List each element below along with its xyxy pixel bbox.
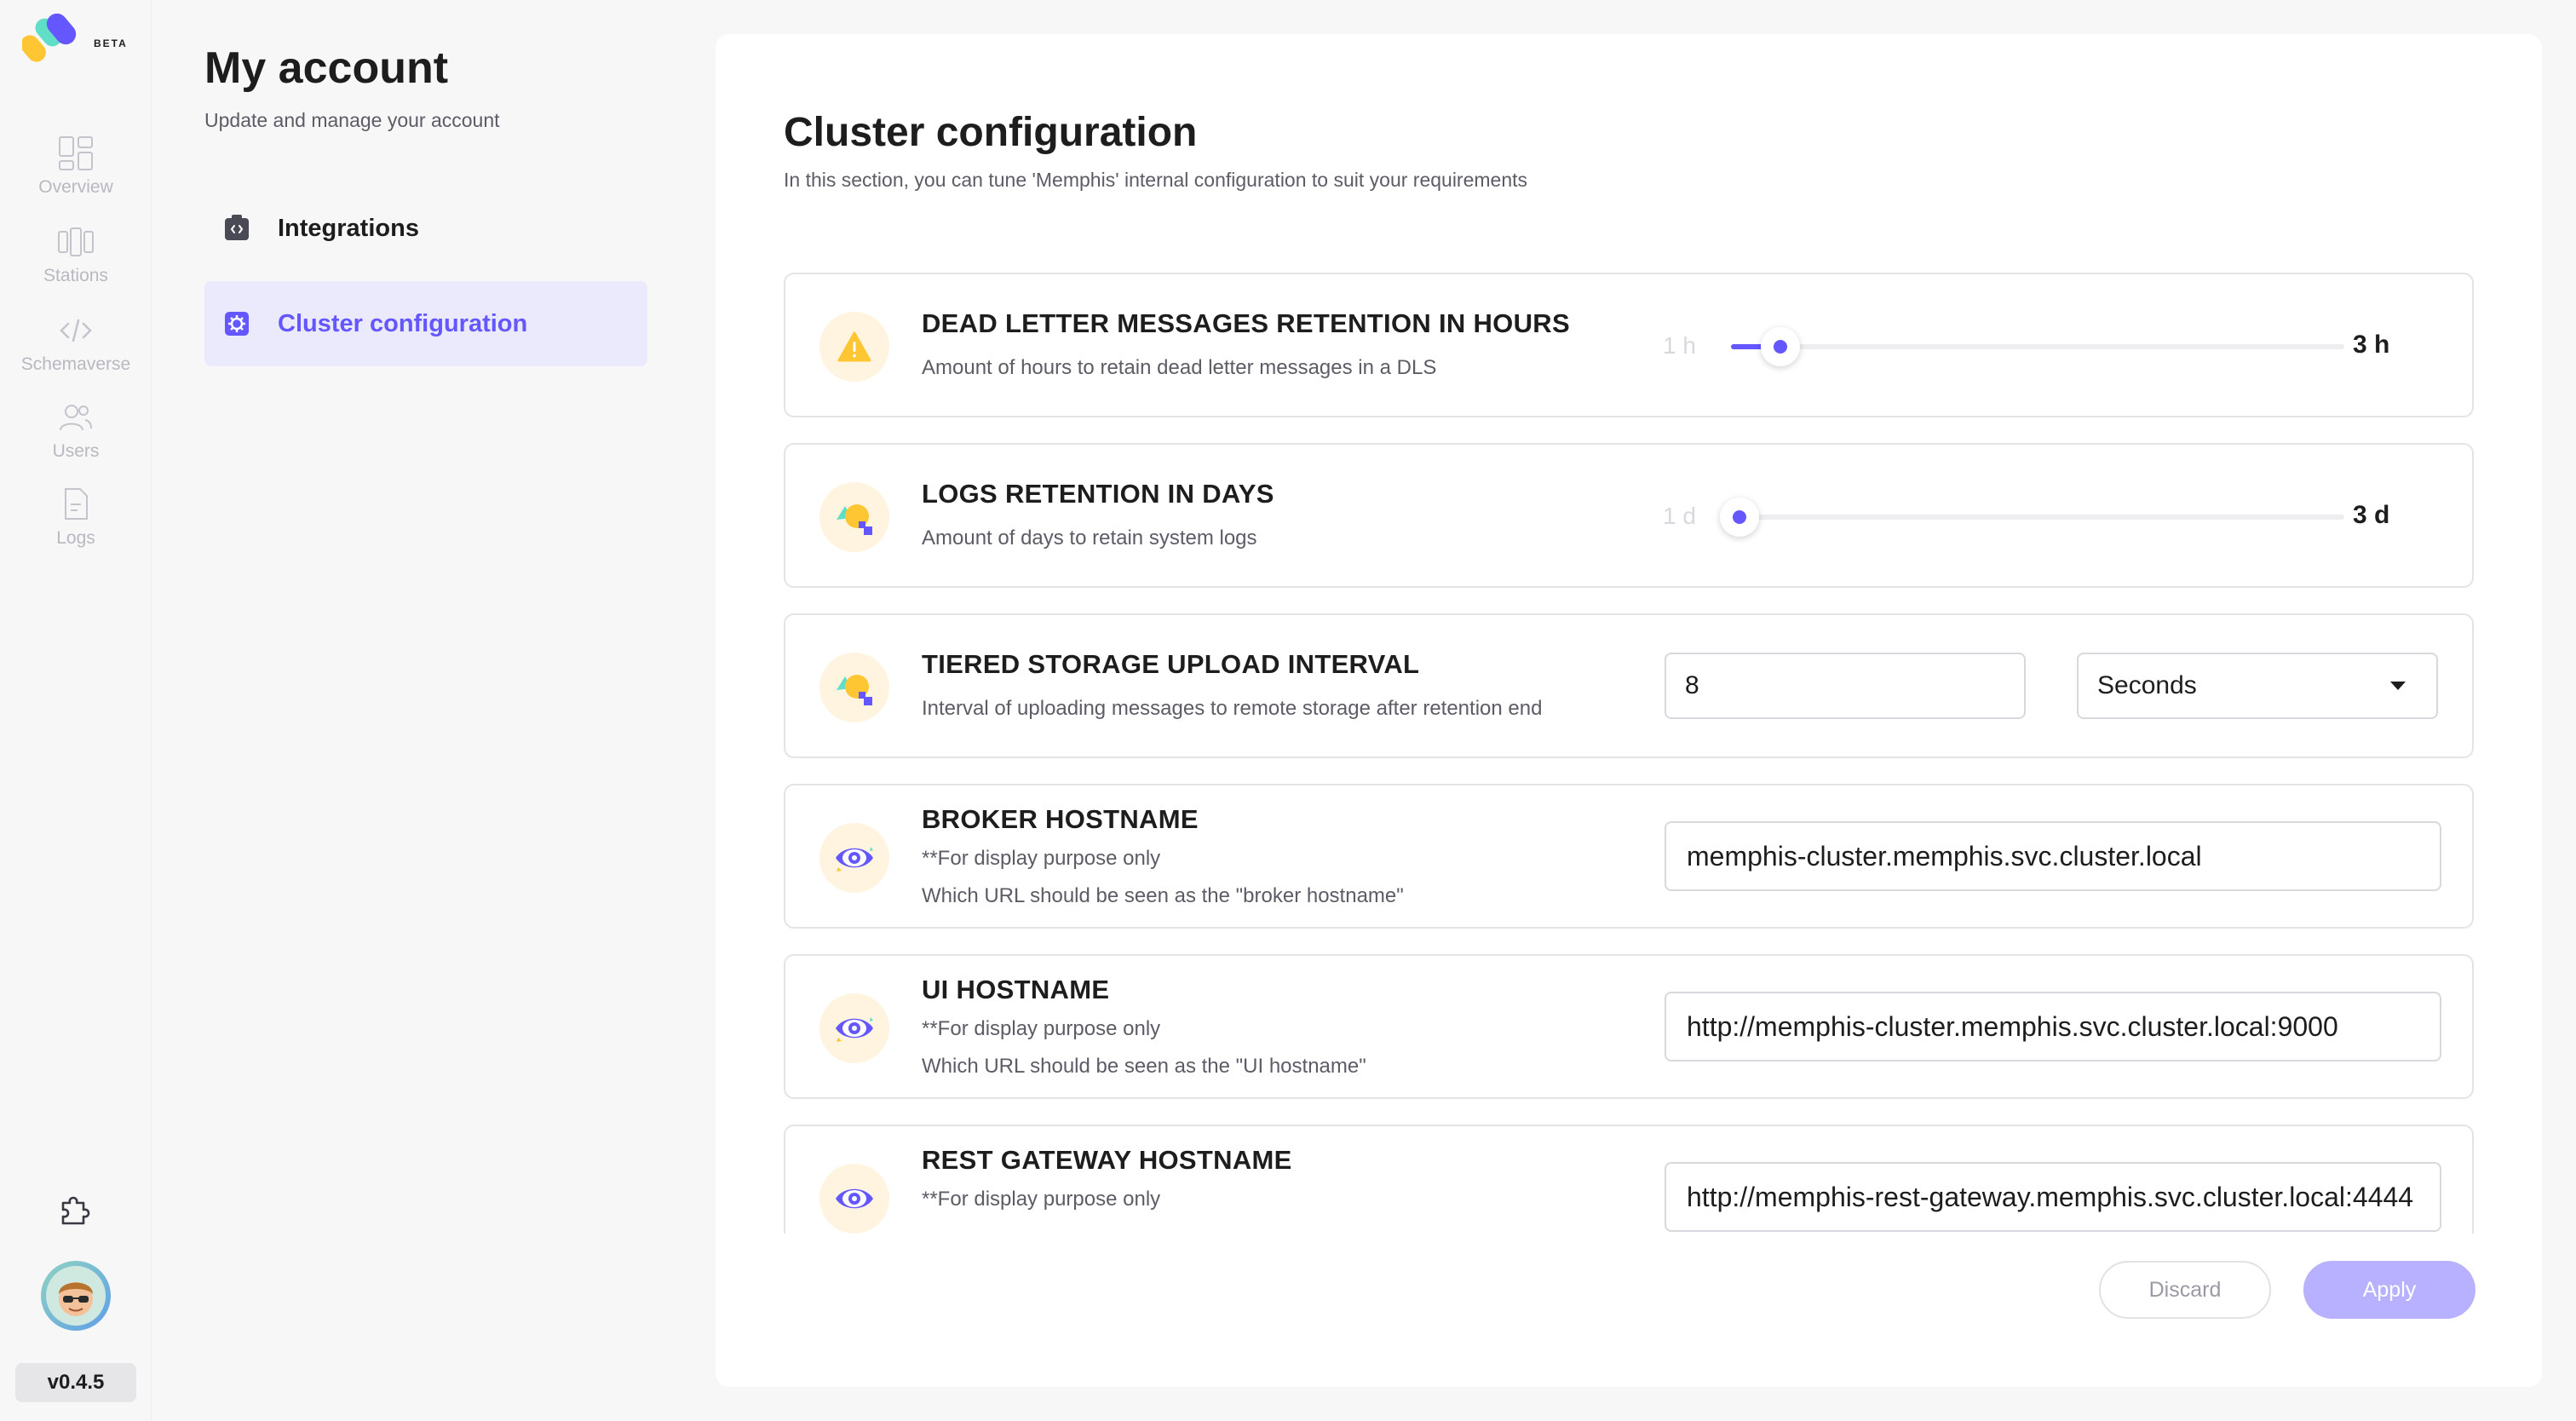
nav-label: Schemaverse — [20, 354, 131, 374]
setting-description: Amount of hours to retain dead letter me… — [922, 356, 1437, 379]
broker-hostname-input[interactable] — [1665, 821, 2441, 891]
code-icon — [57, 312, 95, 349]
stations-icon — [57, 223, 95, 261]
logs-retention-slider[interactable]: 1 d 3 d — [1663, 496, 2395, 538]
setting-description: **For display purpose only — [922, 1017, 1161, 1040]
slider-handle[interactable] — [1761, 327, 1801, 366]
eye-icon — [819, 823, 889, 893]
setting-row-dls-retention: DEAD LETTER MESSAGES RETENTION IN HOURS … — [784, 273, 2474, 417]
setting-row-broker-hostname: BROKER HOSTNAME **For display purpose on… — [784, 784, 2474, 929]
puzzle-icon[interactable] — [58, 1191, 94, 1227]
select-value: Seconds — [2097, 671, 2197, 699]
slider-track[interactable] — [1731, 327, 2344, 366]
setting-description-secondary: Which URL should be seen as the "UI host… — [922, 1055, 1366, 1078]
nav-overview[interactable]: Overview — [0, 135, 152, 211]
left-rail: BETA Overview Stations Schemaverse Users… — [0, 0, 152, 1421]
section-title: Cluster configuration — [784, 110, 1198, 155]
discard-button[interactable]: Discard — [2099, 1261, 2271, 1319]
section-subtitle: In this section, you can tune 'Memphis' … — [784, 169, 1528, 191]
integrations-icon — [221, 213, 252, 244]
nav-label: Stations — [43, 266, 108, 285]
slider-min-label: 1 d — [1663, 503, 1696, 529]
page-title: My account — [204, 43, 449, 93]
eye-icon — [819, 1164, 889, 1234]
nav-label: Users — [52, 441, 100, 461]
cluster-config-icon — [221, 308, 252, 339]
setting-row-ui-hostname: UI HOSTNAME **For display purpose only W… — [784, 954, 2474, 1099]
setting-title: BROKER HOSTNAME — [922, 804, 1199, 834]
beta-badge: BETA — [94, 37, 128, 49]
setting-description: Amount of days to retain system logs — [922, 526, 1257, 549]
nav-label: Logs — [56, 528, 95, 548]
upload-interval-input[interactable] — [1665, 653, 2026, 719]
menu-item-label: Cluster configuration — [278, 309, 528, 337]
apply-button[interactable]: Apply — [2303, 1261, 2475, 1319]
setting-title: UI HOSTNAME — [922, 975, 1110, 1004]
interval-unit-select[interactable]: Seconds — [2077, 653, 2438, 719]
memphis-logo[interactable]: BETA — [20, 12, 126, 66]
menu-item-integrations[interactable]: Integrations — [204, 186, 647, 271]
shapes-icon — [819, 653, 889, 722]
nav-schemaverse[interactable]: Schemaverse — [0, 312, 152, 388]
avatar-face-icon — [46, 1266, 106, 1326]
logs-icon — [57, 486, 95, 523]
nav-users[interactable]: Users — [0, 399, 152, 475]
slider-value-label: 3 h — [2353, 331, 2390, 359]
slider-value-label: 3 d — [2353, 501, 2390, 529]
nav-logs[interactable]: Logs — [0, 486, 152, 562]
setting-title: TIERED STORAGE UPLOAD INTERVAL — [922, 649, 1420, 679]
setting-row-logs-retention: LOGS RETENTION IN DAYS Amount of days to… — [784, 443, 2474, 588]
page-subtitle: Update and manage your account — [204, 109, 500, 131]
menu-item-label: Integrations — [278, 214, 419, 242]
setting-description: Interval of uploading messages to remote… — [922, 697, 1543, 720]
setting-title: DEAD LETTER MESSAGES RETENTION IN HOURS — [922, 308, 1570, 338]
overview-icon — [57, 135, 95, 172]
version-badge: v0.4.5 — [15, 1363, 136, 1402]
settings-list[interactable]: DEAD LETTER MESSAGES RETENTION IN HOURS … — [784, 273, 2474, 1234]
logo-mark — [20, 13, 77, 62]
setting-description: **For display purpose only — [922, 847, 1161, 870]
caret-down-icon — [2390, 682, 2406, 690]
dls-retention-slider[interactable]: 1 h 3 h — [1663, 325, 2395, 368]
setting-description: **For display purpose only — [922, 1188, 1161, 1211]
slider-min-label: 1 h — [1663, 332, 1696, 359]
setting-row-tiered-storage: TIERED STORAGE UPLOAD INTERVAL Interval … — [784, 613, 2474, 758]
setting-title: REST GATEWAY HOSTNAME — [922, 1145, 1292, 1175]
shapes-icon — [819, 482, 889, 552]
users-icon — [57, 399, 95, 436]
setting-description-secondary: Which URL should be seen as the "broker … — [922, 884, 1404, 907]
menu-item-cluster-configuration[interactable]: Cluster configuration — [204, 281, 647, 366]
cluster-configuration-card: Cluster configuration In this section, y… — [716, 34, 2542, 1387]
slider-track[interactable] — [1720, 498, 2344, 537]
warning-icon — [819, 312, 889, 382]
setting-row-rest-gateway-hostname: REST GATEWAY HOSTNAME **For display purp… — [784, 1125, 2474, 1234]
nav-label: Overview — [38, 177, 113, 197]
slider-handle[interactable] — [1720, 498, 1759, 537]
setting-title: LOGS RETENTION IN DAYS — [922, 479, 1274, 509]
nav-stations[interactable]: Stations — [0, 223, 152, 300]
ui-hostname-input[interactable] — [1665, 992, 2441, 1061]
avatar[interactable] — [41, 1261, 111, 1331]
rest-gateway-hostname-input[interactable] — [1665, 1162, 2441, 1232]
eye-icon — [819, 993, 889, 1063]
